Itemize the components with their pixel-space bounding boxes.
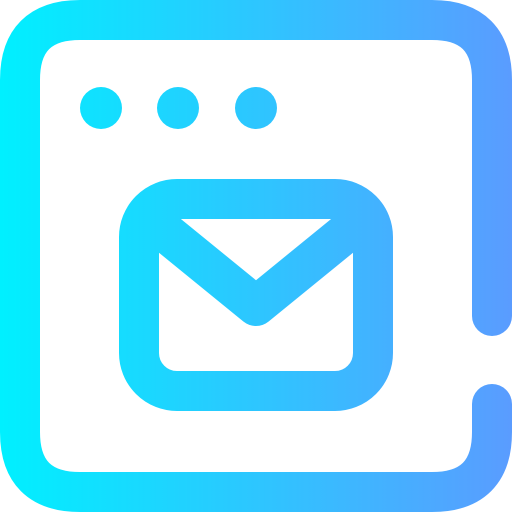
envelope-flap [128, 198, 384, 326]
icon-canvas [0, 0, 512, 512]
window-dot-1 [80, 87, 122, 129]
window-dots [80, 87, 277, 129]
browser-mail-icon [0, 0, 512, 512]
window-dot-3 [235, 87, 277, 129]
envelope-icon [119, 179, 393, 411]
window-dot-2 [157, 87, 199, 129]
